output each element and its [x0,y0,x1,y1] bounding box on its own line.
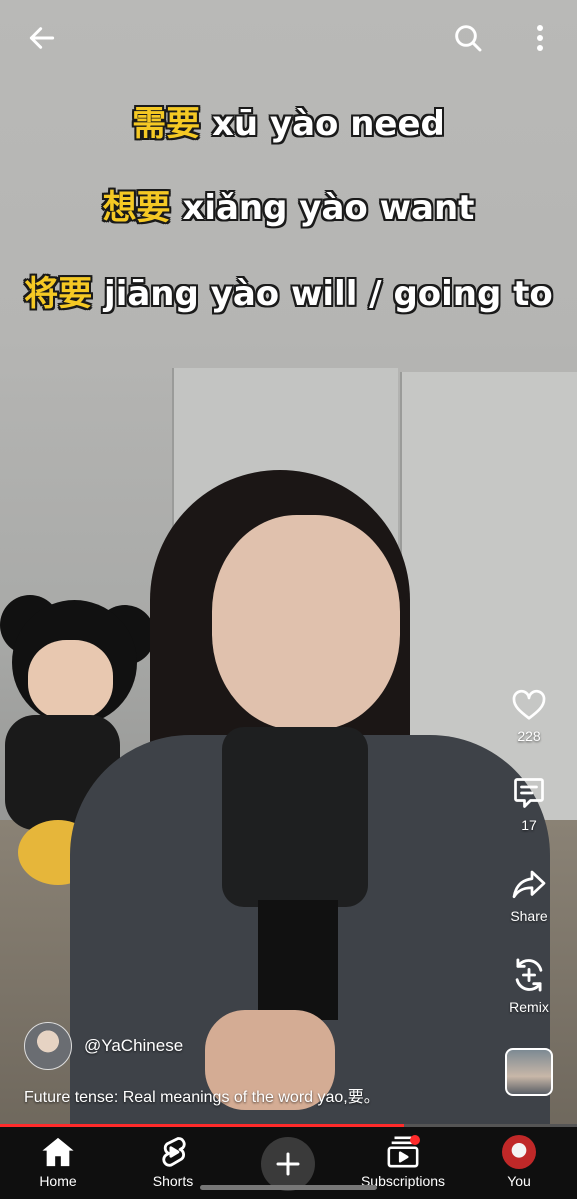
like-button[interactable]: 228 [499,684,559,744]
shorts-icon [162,1137,186,1167]
home-icon [42,1137,74,1167]
caption-chinese: 需要 [132,104,201,144]
channel-avatar[interactable] [24,1022,72,1070]
plus-icon [276,1152,300,1176]
caption-line: 需要 xū yào need [0,96,577,145]
microphone-stand [258,900,338,1020]
remix-button[interactable]: Remix [499,955,559,1015]
search-button[interactable] [446,16,490,60]
share-button[interactable]: Share [499,864,559,924]
heart-icon [512,689,546,720]
nav-you[interactable]: You [464,1135,574,1189]
more-vertical-icon [537,25,543,51]
nav-shorts[interactable]: Shorts [118,1135,228,1189]
search-icon [455,25,482,52]
remix-icon [515,958,543,992]
back-button[interactable] [20,16,64,60]
like-count: 228 [517,728,541,744]
comment-count: 17 [521,817,537,833]
more-options-button[interactable] [518,16,562,60]
create-button[interactable] [261,1137,315,1191]
home-indicator [200,1185,377,1190]
caption-pinyin-english: jiāng yào will / going to [92,274,553,314]
caption-pinyin-english: xū yào need [200,104,445,144]
sound-thumbnail[interactable] [505,1048,553,1096]
comment-icon [514,778,544,808]
caption-chinese: 想要 [102,188,171,228]
channel-handle[interactable]: @YaChinese [84,1036,183,1056]
channel-info[interactable]: @YaChinese [24,1022,183,1070]
remix-label: Remix [509,999,549,1015]
share-icon [512,870,546,899]
caption-line: 想要 xiǎng yào want [0,180,577,229]
toy-face [28,640,113,720]
nav-subscriptions[interactable]: Subscriptions [348,1135,458,1189]
arrow-left-icon [29,27,55,49]
caption-pinyin-english: xiǎng yào want [170,188,475,228]
nav-home[interactable]: Home [3,1135,113,1189]
person-face [212,515,400,730]
user-avatar [502,1135,536,1169]
microphone [222,727,368,907]
share-label: Share [510,908,548,924]
caption-line: 将要 jiāng yào will / going to [0,266,577,315]
video-player[interactable] [0,0,577,1125]
notification-badge [410,1135,420,1145]
video-description[interactable]: Future tense: Real meanings of the word … [24,1083,380,1107]
caption-chinese: 将要 [24,274,93,314]
nav-create[interactable] [233,1137,343,1191]
nav-you-label: You [507,1173,531,1189]
comment-button[interactable]: 17 [499,773,559,833]
nav-home-label: Home [39,1173,77,1189]
